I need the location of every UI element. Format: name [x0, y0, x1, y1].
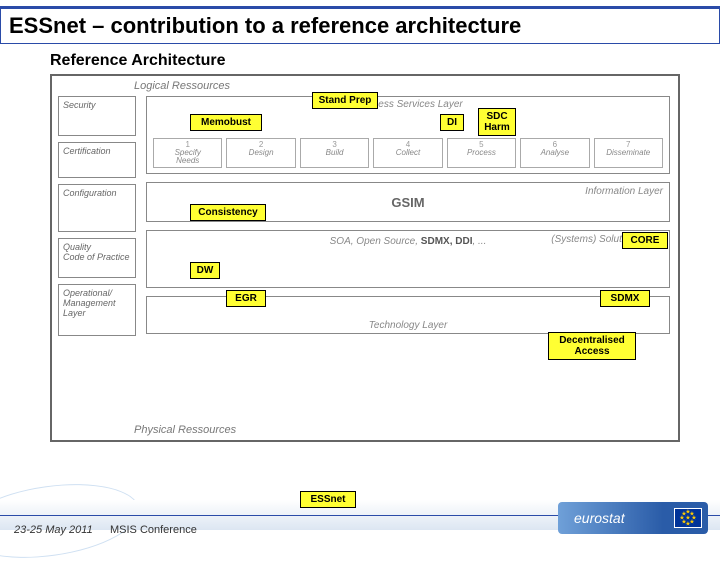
- process-step: 3Build: [300, 138, 369, 168]
- process-step: 6Analyse: [520, 138, 589, 168]
- footer-date: 23-25 May 2011: [14, 524, 93, 536]
- information-layer-label: Information Layer: [585, 186, 663, 197]
- tag-core: CORE: [622, 232, 668, 249]
- tag-consistency: Consistency: [190, 204, 266, 221]
- soa-strong: SDMX, DDI: [421, 236, 473, 247]
- eurostat-logo: eurostat: [558, 502, 708, 534]
- technology-layer-label: Technology Layer: [369, 320, 448, 331]
- process-step: 2Design: [226, 138, 295, 168]
- certification-cell: Certification: [58, 142, 136, 178]
- diagram: Reference Architecture Logical Ressource…: [50, 52, 680, 442]
- architecture-frame: Logical Ressources Physical Ressources S…: [50, 74, 680, 442]
- reference-architecture-title: Reference Architecture: [50, 52, 680, 70]
- footer: ESSnet 23-25 May 2011 MSIS Conference eu…: [0, 500, 720, 546]
- tag-egr: EGR: [226, 290, 266, 307]
- operational-cell: Operational/ Management Layer: [58, 284, 136, 336]
- solution-layer: (Systems) Solution Layer SOA, Open Sourc…: [146, 230, 670, 288]
- quality-cell: Quality Code of Practice: [58, 238, 136, 278]
- soa-suffix: , ...: [472, 236, 486, 247]
- tag-essnet: ESSnet: [300, 491, 356, 508]
- configuration-cell: Configuration: [58, 184, 136, 232]
- eu-flag-icon: [674, 508, 702, 528]
- footer-conference: MSIS Conference: [110, 524, 197, 536]
- soa-line: SOA, Open Source, SDMX, DDI, ...: [147, 236, 669, 247]
- slide-title: ESSnet – contribution to a reference arc…: [9, 13, 711, 39]
- tag-dw: DW: [190, 262, 220, 279]
- technology-layer: Technology Layer: [146, 296, 670, 334]
- layers-area: Business Services Layer 1Specify Needs2D…: [146, 96, 670, 424]
- business-services-layer: Business Services Layer 1Specify Needs2D…: [146, 96, 670, 174]
- security-cell: Security: [58, 96, 136, 136]
- tag-stand-prep: Stand Prep: [312, 92, 378, 109]
- title-bar: ESSnet – contribution to a reference arc…: [0, 6, 720, 44]
- eurostat-text: eurostat: [574, 510, 625, 526]
- physical-resources-label: Physical Ressources: [134, 424, 236, 436]
- process-step: 4Collect: [373, 138, 442, 168]
- tag-di: DI: [440, 114, 464, 131]
- process-step: 7Disseminate: [594, 138, 663, 168]
- tag-sdmx: SDMX: [600, 290, 650, 307]
- tag-memobust: Memobust: [190, 114, 262, 131]
- process-step: 5Process: [447, 138, 516, 168]
- tag-decentralised: Decentralised Access: [548, 332, 636, 360]
- left-column: Security Certification Configuration Qua…: [58, 96, 136, 336]
- process-step: 1Specify Needs: [153, 138, 222, 168]
- gsim-label: GSIM: [391, 195, 424, 210]
- logical-resources-label: Logical Ressources: [134, 80, 230, 92]
- tag-sdc-harm: SDC Harm: [478, 108, 516, 136]
- soa-prefix: SOA, Open Source,: [330, 236, 421, 247]
- process-steps-row: 1Specify Needs2Design3Build4Collect5Proc…: [153, 138, 663, 168]
